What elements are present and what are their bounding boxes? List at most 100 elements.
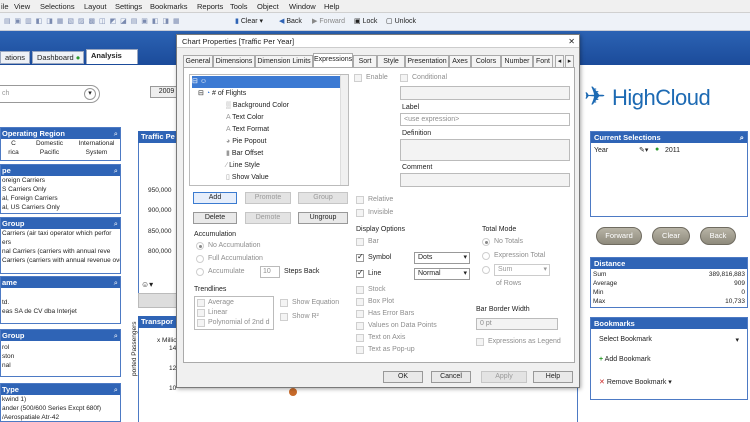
search-icon[interactable]: ⌕ xyxy=(114,277,118,288)
symbol-select[interactable]: Dots xyxy=(414,252,470,264)
region-cell[interactable]: rica xyxy=(1,148,26,157)
help-button[interactable]: Help xyxy=(533,371,573,383)
list-item[interactable]: oreign Carriers xyxy=(1,176,120,185)
bar-checkbox[interactable] xyxy=(356,238,364,246)
list-item[interactable]: kwind 1) xyxy=(1,395,120,404)
list-item[interactable]: td. xyxy=(1,298,120,307)
error-bars-checkbox[interactable] xyxy=(356,310,364,318)
tab-analysis[interactable]: Analysis xyxy=(86,49,138,64)
forward-button[interactable]: ▶ Forward xyxy=(310,16,347,28)
no-accumulation-radio[interactable] xyxy=(196,242,204,250)
menu-view[interactable]: View xyxy=(14,2,30,11)
full-accumulation-radio[interactable] xyxy=(196,255,204,263)
trendline-checkbox[interactable] xyxy=(197,299,205,307)
menu-window[interactable]: Window xyxy=(289,2,316,11)
list-item[interactable]: ston xyxy=(1,352,120,361)
region-cell[interactable]: Pacific xyxy=(26,148,73,157)
boxplot-checkbox[interactable] xyxy=(356,298,364,306)
list-item[interactable]: /Aerospatiale Atr-42 xyxy=(1,413,120,421)
stock-checkbox[interactable] xyxy=(356,286,364,294)
region-cell[interactable]: System xyxy=(73,148,120,157)
steps-back-stepper[interactable]: 10 xyxy=(260,266,280,278)
list-item[interactable]: eas SA de CV dba Interjet xyxy=(1,307,120,316)
list-item[interactable]: ers xyxy=(1,238,120,247)
demote-button[interactable]: Demote xyxy=(245,212,291,224)
tab-dashboard[interactable]: Dashboard ● xyxy=(32,51,84,64)
show-equation-checkbox[interactable] xyxy=(280,299,288,307)
apply-button[interactable]: Apply xyxy=(481,371,527,383)
enable-checkbox[interactable] xyxy=(354,74,362,82)
list-item[interactable]: al, Foreign Carriers xyxy=(1,194,120,203)
tree-item[interactable]: A Text Color xyxy=(226,112,264,124)
menu-object[interactable]: Object xyxy=(257,2,279,11)
tree-item[interactable]: ▮ Bar Offset xyxy=(226,148,263,160)
region-cell[interactable]: Domestic xyxy=(26,139,73,148)
tab-operations[interactable]: ations xyxy=(0,51,30,64)
menu-tools[interactable]: Tools xyxy=(230,2,248,11)
menu-layout[interactable]: Layout xyxy=(84,2,107,11)
list-item[interactable]: rol xyxy=(1,343,120,352)
select-bookmark-dropdown[interactable]: Select Bookmark ▾ xyxy=(599,336,739,348)
bar-border-stepper[interactable]: 0 pt xyxy=(476,318,558,330)
tree-item[interactable]: A Text Format xyxy=(226,124,269,136)
expression-total-radio[interactable] xyxy=(482,252,490,260)
menu-reports[interactable]: Reports xyxy=(197,2,223,11)
list-item[interactable]: Carriers (air taxi operator which perfor xyxy=(1,229,120,238)
region-cell[interactable]: International xyxy=(73,139,120,148)
cancel-button[interactable]: Cancel xyxy=(431,371,471,383)
tab-expressions[interactable]: Expressions xyxy=(313,53,353,68)
menu-file[interactable]: ile xyxy=(1,2,9,11)
menu-settings[interactable]: Settings xyxy=(115,2,142,11)
comment-field[interactable] xyxy=(400,173,570,187)
list-item[interactable]: nal xyxy=(1,361,120,370)
search-icon[interactable]: ⌕ xyxy=(114,384,118,395)
definition-field[interactable] xyxy=(400,139,570,161)
group-button[interactable]: Group xyxy=(298,192,348,204)
chart-scrollbar[interactable] xyxy=(138,293,178,308)
line-select[interactable]: Normal xyxy=(414,268,470,280)
ok-button[interactable]: OK xyxy=(383,371,423,383)
lock-button[interactable]: ▣ Lock xyxy=(352,16,379,28)
show-r2-checkbox[interactable] xyxy=(280,313,288,321)
menu-bookmarks[interactable]: Bookmarks xyxy=(150,2,188,11)
list-item[interactable]: Carriers (carriers with annual revenue o… xyxy=(1,256,120,265)
trendlines-list[interactable]: Average Linear Polynomial of 2nd d xyxy=(194,296,274,330)
accumulate-radio[interactable] xyxy=(196,268,204,276)
search-icon[interactable]: ⌕ xyxy=(114,128,118,139)
search-box[interactable]: ch ▾ xyxy=(0,85,100,103)
clear-button[interactable]: ▮ Clear ▾ xyxy=(233,16,265,28)
label-field[interactable]: <use expression> xyxy=(400,113,570,126)
delete-button[interactable]: Delete xyxy=(193,212,237,224)
sum-select[interactable]: Sum xyxy=(494,264,550,276)
chart-options-icon[interactable]: ☺▾ xyxy=(141,280,153,289)
list-item[interactable]: S Carriers Only xyxy=(1,185,120,194)
text-popup-checkbox[interactable] xyxy=(356,346,364,354)
search-icon[interactable]: ⌕ xyxy=(114,218,118,229)
tree-root-item[interactable]: ⊟ ☺ xyxy=(192,76,346,88)
search-icon[interactable]: ⌕ xyxy=(114,330,118,341)
unlock-button[interactable]: ▢ Unlock xyxy=(384,16,418,28)
tree-item[interactable]: ∕ Line Style xyxy=(226,160,260,172)
promote-button[interactable]: Promote xyxy=(245,192,291,204)
tree-item[interactable]: ▒ Background Color xyxy=(226,100,289,112)
clear-button[interactable]: Clear xyxy=(652,227,690,245)
tree-item[interactable]: ▯ Show Value xyxy=(226,172,269,184)
expressions-legend-checkbox[interactable] xyxy=(476,338,484,346)
add-bookmark-button[interactable]: + Add Bookmark xyxy=(599,356,651,363)
close-icon[interactable]: ✕ xyxy=(568,35,575,48)
tree-item[interactable]: ◕ Pie Popout xyxy=(226,136,266,148)
relative-checkbox[interactable] xyxy=(356,196,364,204)
sum-radio[interactable] xyxy=(482,266,490,274)
list-item[interactable]: nal Carriers (carriers with annual reve xyxy=(1,247,120,256)
forward-button[interactable]: Forward xyxy=(596,227,642,245)
values-on-points-checkbox[interactable] xyxy=(356,322,364,330)
conditional-checkbox[interactable] xyxy=(400,74,408,82)
no-totals-radio[interactable] xyxy=(482,238,490,246)
search-icon[interactable]: ⌕ xyxy=(114,165,118,176)
trendline-checkbox[interactable] xyxy=(197,319,205,327)
invisible-checkbox[interactable] xyxy=(356,209,364,217)
chevron-down-icon[interactable]: ▾ xyxy=(84,88,96,100)
trendline-checkbox[interactable] xyxy=(197,309,205,317)
text-on-axis-checkbox[interactable] xyxy=(356,334,364,342)
line-checkbox[interactable] xyxy=(356,268,364,278)
